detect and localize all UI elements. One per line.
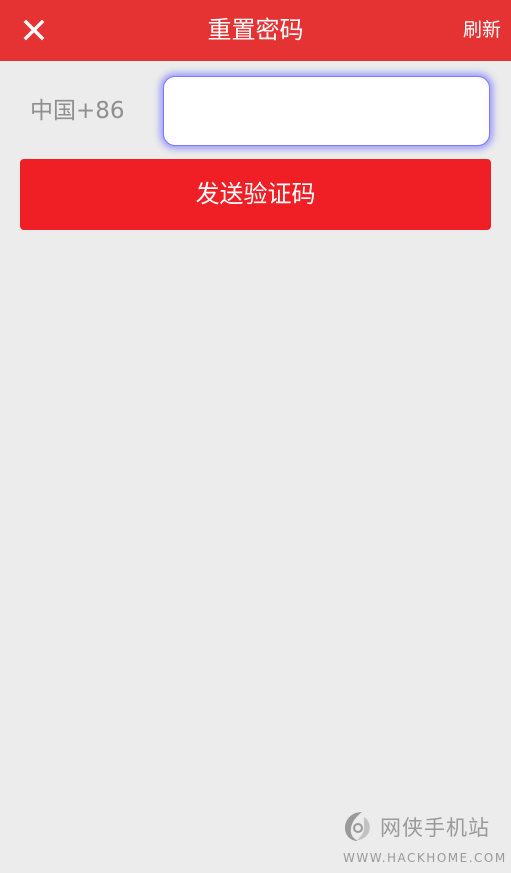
watermark-site-name: 网侠手机站 bbox=[380, 816, 490, 840]
hackhome-logo-icon bbox=[345, 812, 370, 841]
phone-number-input[interactable] bbox=[163, 76, 490, 146]
watermark-site-url: WWW.HACKHOME.COM bbox=[343, 851, 507, 865]
country-code-label: 中国+86 bbox=[30, 98, 125, 124]
refresh-button[interactable]: 刷新 bbox=[463, 0, 501, 61]
page-title: 重置密码 bbox=[207, 16, 304, 44]
watermark: 网侠手机站 WWW.HACKHOME.COM bbox=[340, 806, 510, 868]
close-icon bbox=[23, 19, 45, 41]
close-button[interactable] bbox=[14, 10, 54, 50]
top-bar: 重置密码 刷新 bbox=[0, 0, 511, 61]
send-code-button[interactable]: 发送验证码 bbox=[20, 159, 491, 230]
